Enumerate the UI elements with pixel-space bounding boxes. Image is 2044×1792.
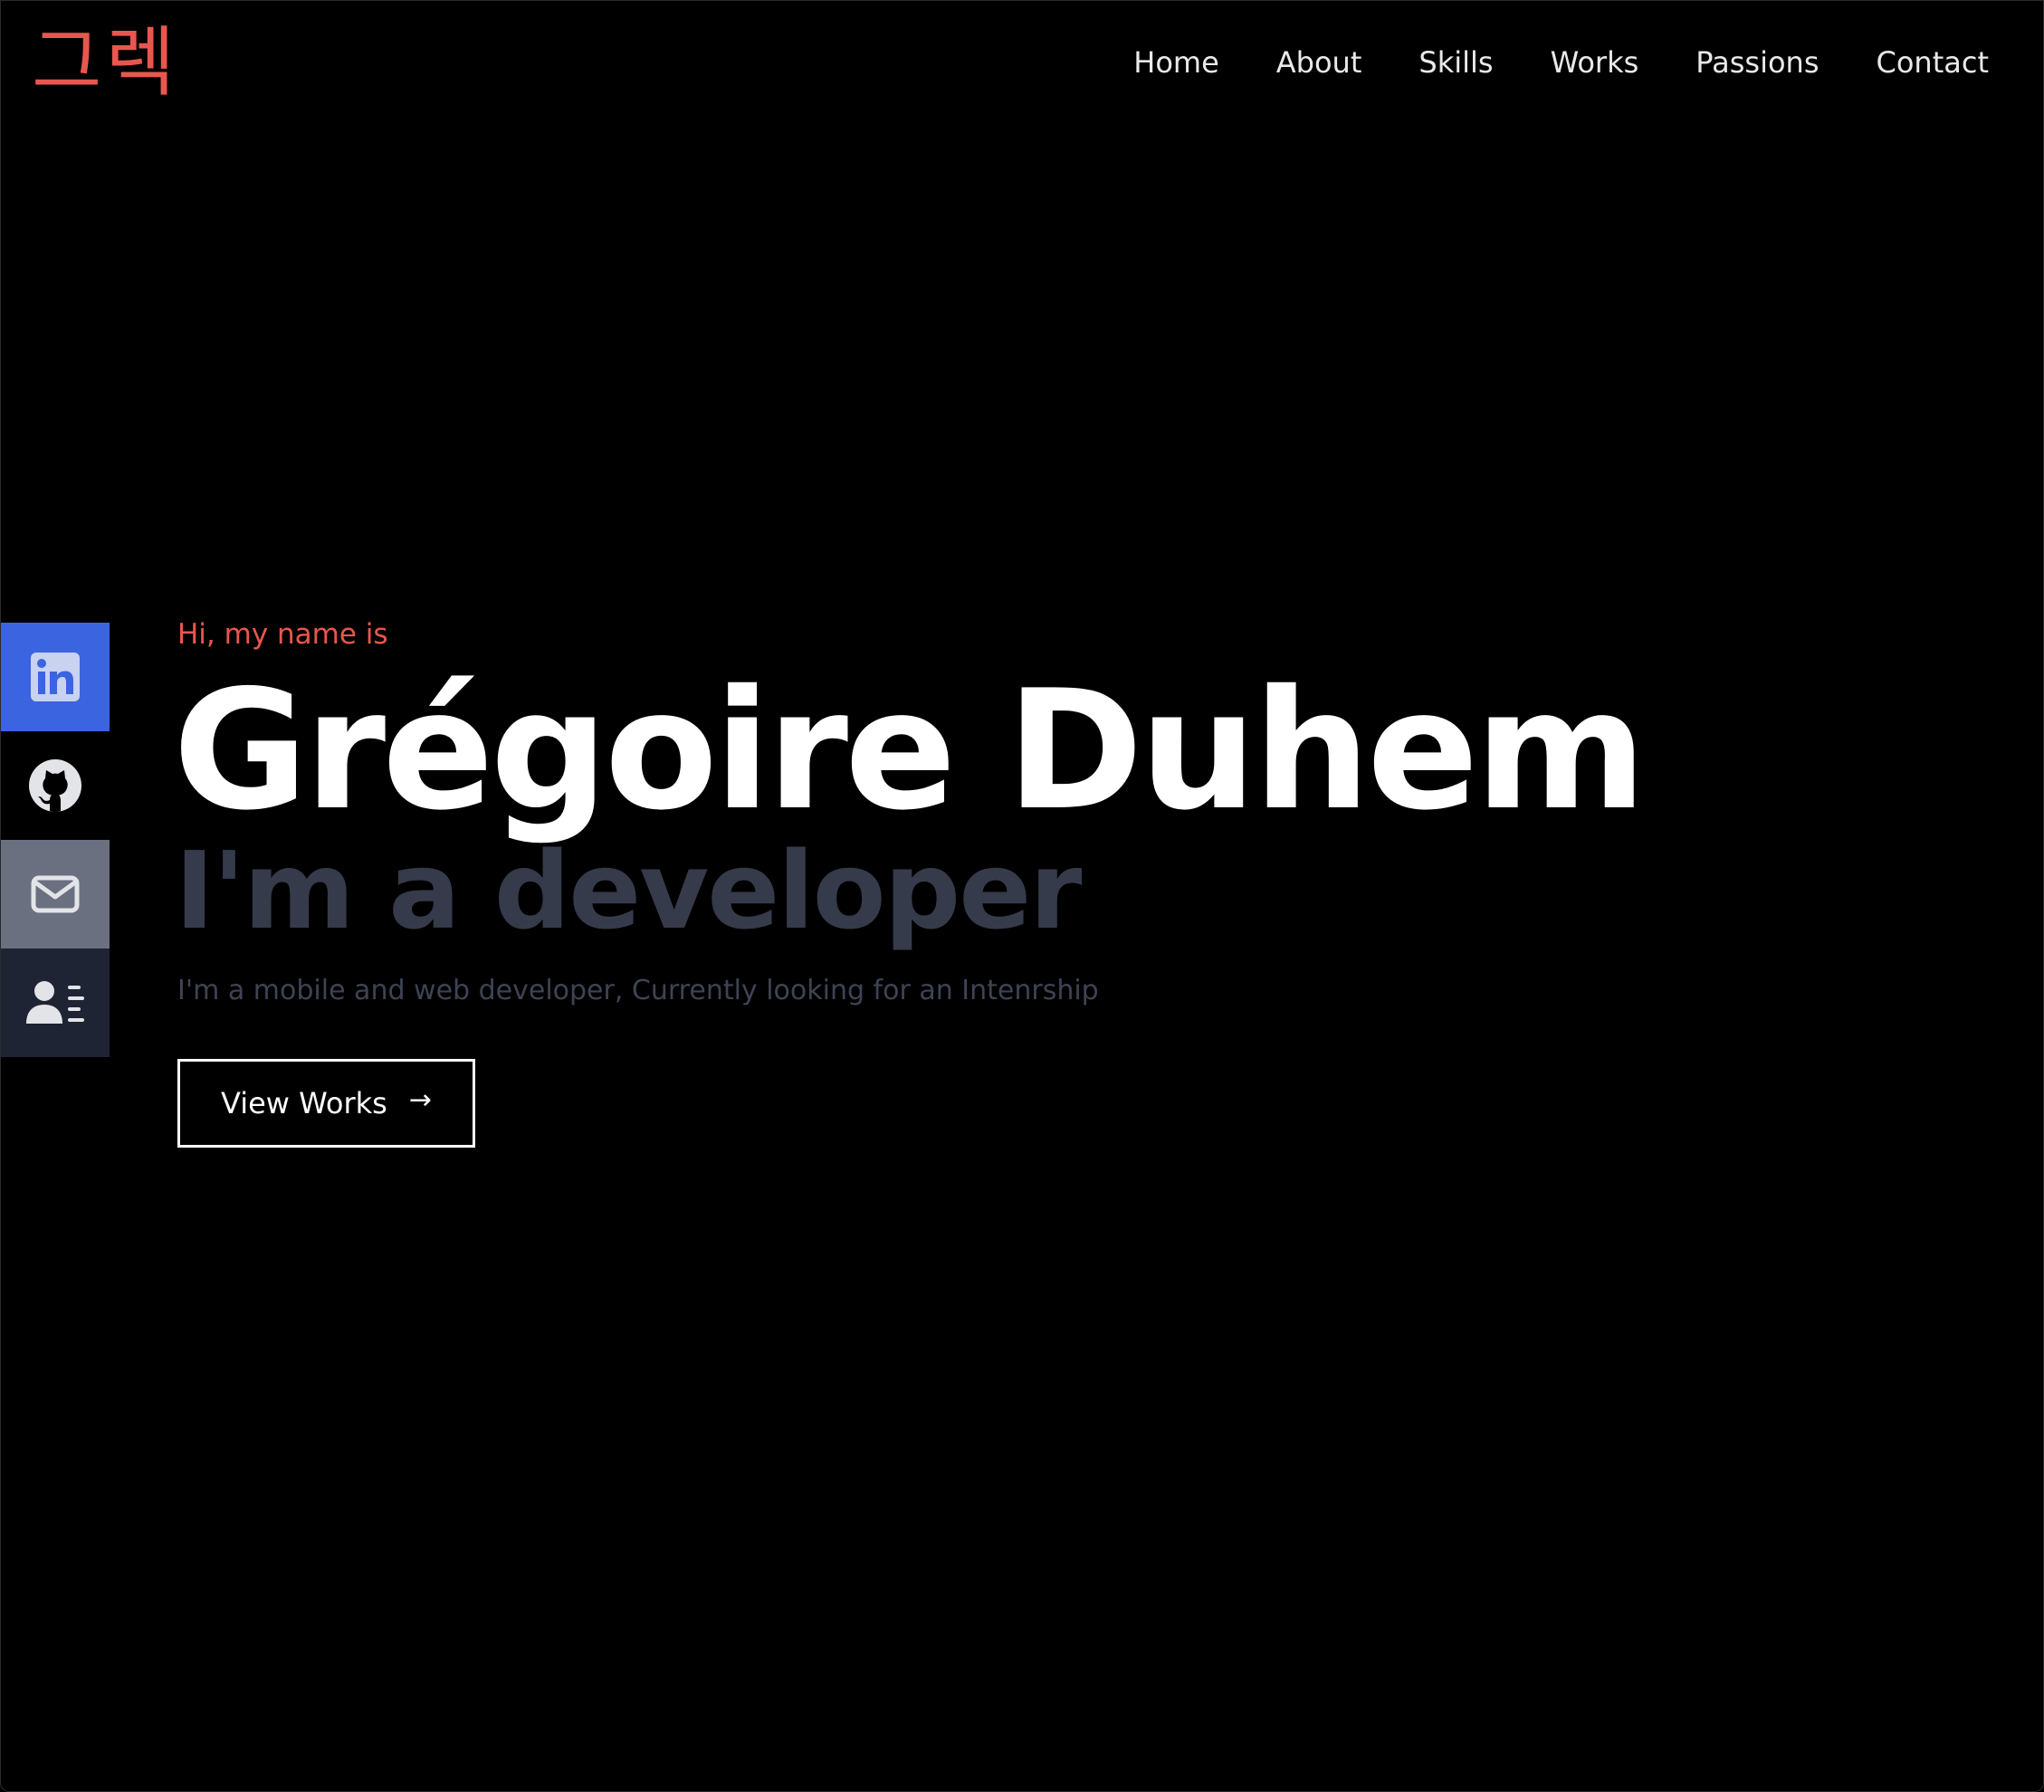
nav-works[interactable]: Works — [1551, 45, 1639, 80]
view-works-label: View Works — [221, 1086, 387, 1120]
email-link[interactable] — [1, 840, 110, 948]
linkedin-link[interactable] — [1, 623, 110, 731]
github-link[interactable] — [1, 731, 110, 840]
resume-icon — [26, 980, 84, 1025]
hero-name: Grégoire Duhem — [173, 654, 1647, 846]
page-frame: 그렉 Home About Skills Works Passions Cont… — [0, 0, 2044, 1792]
github-icon — [28, 758, 82, 813]
nav-skills[interactable]: Skills — [1418, 45, 1493, 80]
site-logo[interactable]: 그렉 — [32, 17, 179, 108]
resume-link[interactable] — [1, 948, 110, 1057]
nav-about[interactable]: About — [1276, 45, 1362, 80]
mail-icon — [31, 875, 80, 913]
hero-greeting: Hi, my name is — [177, 618, 388, 651]
main-nav: Home About Skills Works Passions Contact — [1076, 37, 1989, 88]
hero-description: I'm a mobile and web developer, Currentl… — [177, 975, 1099, 1006]
arrow-right-icon: → — [408, 1084, 432, 1116]
nav-contact[interactable]: Contact — [1877, 45, 1990, 80]
linkedin-icon — [31, 653, 80, 701]
view-works-button[interactable]: View Works → — [177, 1059, 475, 1148]
social-sidebar — [1, 623, 110, 1057]
hero-role: I'm a developer — [175, 828, 1082, 953]
nav-passions[interactable]: Passions — [1695, 45, 1819, 80]
nav-home[interactable]: Home — [1133, 45, 1219, 80]
